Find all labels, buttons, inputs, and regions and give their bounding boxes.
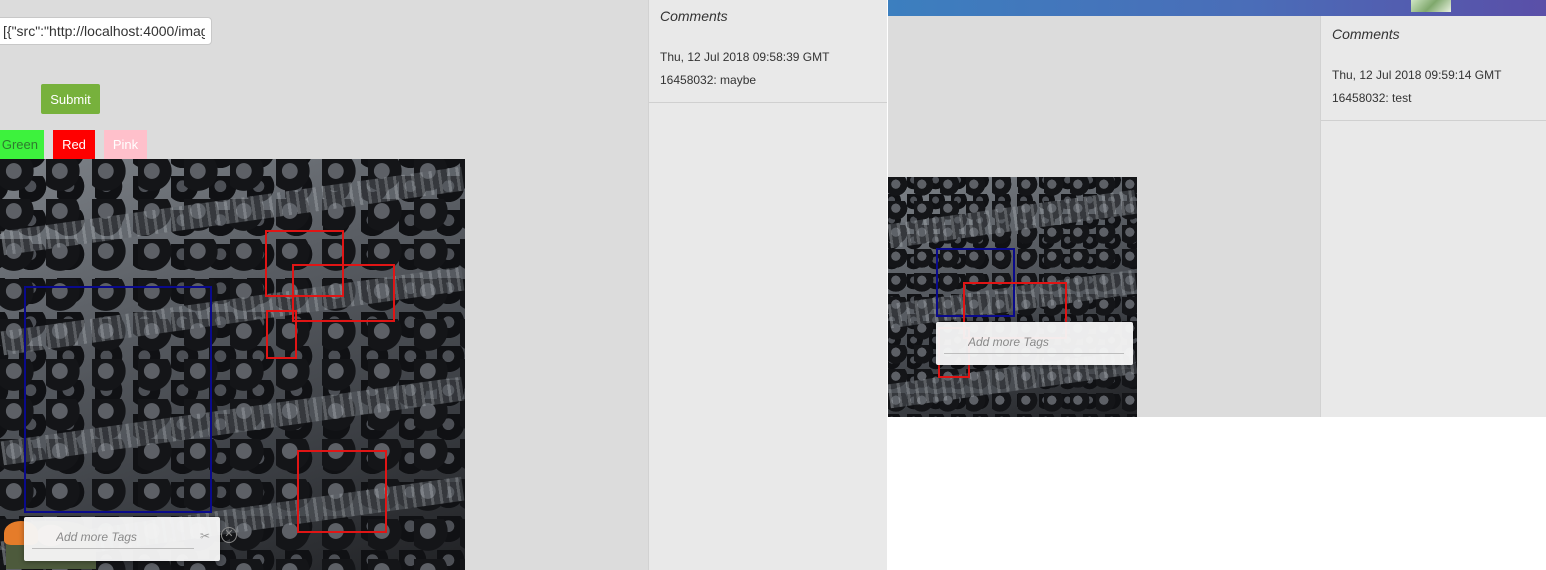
navy-bounding-box[interactable]: [24, 286, 212, 513]
tag-icon[interactable]: ✂: [200, 529, 212, 543]
comments-title: Comments: [1332, 26, 1400, 42]
image-json-input[interactable]: [0, 17, 212, 45]
comments-panel: Comments Thu, 12 Jul 2018 09:59:14 GMT 1…: [1320, 16, 1546, 417]
green-color-button[interactable]: Green: [0, 130, 44, 159]
add-tags-input[interactable]: [944, 330, 1124, 354]
close-circle-icon[interactable]: ✕: [221, 527, 237, 543]
comments-divider: [1321, 120, 1546, 121]
comment-text: 16458032: test: [1332, 91, 1412, 105]
comments-panel: Comments Thu, 12 Jul 2018 09:58:39 GMT 1…: [648, 0, 887, 570]
comment-timestamp: Thu, 12 Jul 2018 09:58:39 GMT: [660, 50, 830, 64]
left-annotation-app: Submit Green Red Pink ✂ ✕ Comments Thu, …: [0, 0, 887, 570]
annotation-image[interactable]: [888, 177, 1137, 417]
red-bounding-box[interactable]: [292, 264, 395, 322]
comments-divider: [649, 102, 887, 103]
comment-text: 16458032: maybe: [660, 73, 757, 87]
tag-popup: ✂ ✕: [24, 517, 237, 561]
red-bounding-box[interactable]: [297, 450, 387, 533]
red-bounding-box[interactable]: [266, 310, 297, 359]
right-annotation-app: Comments Thu, 12 Jul 2018 09:59:14 GMT 1…: [888, 0, 1546, 417]
submit-button[interactable]: Submit: [41, 84, 100, 114]
shield-row: [0, 166, 465, 256]
comments-title: Comments: [660, 8, 728, 24]
avatar[interactable]: [1411, 0, 1451, 12]
comment-timestamp: Thu, 12 Jul 2018 09:59:14 GMT: [1332, 68, 1502, 82]
tag-popup: [936, 322, 1133, 365]
shield-row: [888, 189, 1137, 249]
pink-color-button[interactable]: Pink: [104, 130, 147, 159]
annotation-image[interactable]: [0, 159, 465, 570]
add-tags-input[interactable]: [32, 525, 194, 549]
red-color-button[interactable]: Red: [53, 130, 95, 159]
